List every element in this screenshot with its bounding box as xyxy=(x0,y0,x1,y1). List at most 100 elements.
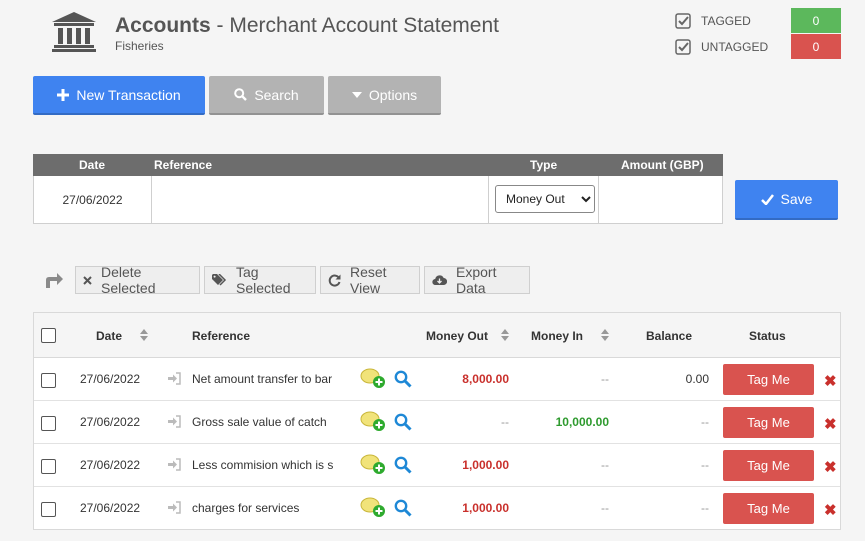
row-checkbox[interactable] xyxy=(41,502,56,517)
row-date: 27/06/2022 xyxy=(80,458,141,472)
row-balance: 0.00 xyxy=(685,372,709,386)
row-checkbox[interactable] xyxy=(41,416,56,431)
save-label: Save xyxy=(780,191,813,207)
save-button[interactable]: Save xyxy=(735,180,838,220)
tags-icon xyxy=(212,274,227,286)
export-data-button[interactable]: Export Data xyxy=(424,264,530,296)
new-transaction-label: New Transaction xyxy=(76,86,181,103)
row-reference: Less commision which is s xyxy=(192,458,334,472)
checkbox-checked-icon xyxy=(675,12,691,29)
add-comment-icon[interactable] xyxy=(360,410,386,432)
row-date: 27/06/2022 xyxy=(80,501,141,515)
reference-column-header: Reference xyxy=(192,329,251,343)
sort-icon[interactable] xyxy=(140,329,148,341)
sort-icon[interactable] xyxy=(601,329,609,341)
table-row: 27/06/2022 charges for services 1,000.00… xyxy=(34,487,840,530)
row-checkbox[interactable] xyxy=(41,459,56,474)
page-subtitle: Fisheries xyxy=(115,39,164,53)
tag-me-button[interactable]: Tag Me xyxy=(723,364,814,395)
sort-icon[interactable] xyxy=(501,329,509,341)
row-money-out: -- xyxy=(501,415,509,429)
row-reference: Net amount transfer to bar xyxy=(192,372,333,386)
delete-selected-button[interactable]: Delete Selected xyxy=(75,264,200,296)
delete-row-icon[interactable]: ✖ xyxy=(824,458,837,476)
row-balance: -- xyxy=(701,415,709,429)
plus-icon xyxy=(57,88,70,101)
delete-row-icon[interactable]: ✖ xyxy=(824,501,837,519)
tag-me-button[interactable]: Tag Me xyxy=(723,450,814,481)
add-comment-icon[interactable] xyxy=(360,496,386,518)
row-money-in: -- xyxy=(601,372,609,386)
sign-in-icon xyxy=(168,415,181,428)
refresh-icon xyxy=(328,274,341,287)
row-money-out: 8,000.00 xyxy=(462,372,509,386)
search-icon[interactable] xyxy=(394,499,412,517)
row-checkbox[interactable] xyxy=(41,373,56,388)
entry-amount-field[interactable] xyxy=(599,176,722,223)
row-balance: -- xyxy=(701,501,709,515)
sign-in-icon xyxy=(168,501,181,514)
sign-in-icon xyxy=(168,458,181,471)
tagged-summary[interactable]: TAGGED 0 xyxy=(675,8,841,33)
entry-amount-header: Amount (GBP) xyxy=(621,158,704,172)
search-icon xyxy=(234,88,248,101)
tag-selected-label: Tag Selected xyxy=(236,264,291,296)
sign-in-icon xyxy=(168,372,181,385)
row-money-out: 1,000.00 xyxy=(462,458,509,472)
entry-row: 27/06/2022 Money Out xyxy=(33,176,723,224)
row-date: 27/06/2022 xyxy=(80,415,141,429)
cloud-download-icon xyxy=(432,274,447,286)
delete-selected-label: Delete Selected xyxy=(101,264,156,296)
entry-date-field[interactable]: 27/06/2022 xyxy=(34,176,152,223)
delete-row-icon[interactable]: ✖ xyxy=(824,415,837,433)
entry-type-select[interactable]: Money Out xyxy=(495,185,595,213)
checkbox-checked-icon xyxy=(675,38,691,55)
tag-me-button[interactable]: Tag Me xyxy=(723,407,814,438)
money-out-column-header[interactable]: Money Out xyxy=(426,329,488,343)
table-row: 27/06/2022 Less commision which is s 1,0… xyxy=(34,444,840,487)
add-comment-icon[interactable] xyxy=(360,453,386,475)
options-button[interactable]: Options xyxy=(328,76,441,115)
delete-row-icon[interactable]: ✖ xyxy=(824,372,837,390)
balance-column-header: Balance xyxy=(646,329,693,343)
table-header: Date Reference Money Out Money In Balanc… xyxy=(34,313,840,358)
row-date: 27/06/2022 xyxy=(80,372,141,386)
new-transaction-button[interactable]: New Transaction xyxy=(33,76,205,115)
tagged-count: 0 xyxy=(791,8,841,33)
search-icon[interactable] xyxy=(394,456,412,474)
row-balance: -- xyxy=(701,458,709,472)
page-title: Accounts - Merchant Account Statement xyxy=(115,14,499,37)
entry-reference-header: Reference xyxy=(154,158,213,172)
tag-selected-button[interactable]: Tag Selected xyxy=(204,264,316,296)
new-transaction-form: Date Reference Type Amount (GBP) 27/06/2… xyxy=(33,154,723,224)
search-icon[interactable] xyxy=(394,370,412,388)
untagged-label: UNTAGGED xyxy=(701,39,769,54)
entry-type-header: Type xyxy=(530,158,558,172)
row-money-in: -- xyxy=(601,501,609,515)
untagged-count: 0 xyxy=(791,34,841,59)
bank-icon xyxy=(52,12,96,52)
untagged-summary[interactable]: UNTAGGED 0 xyxy=(675,34,841,59)
search-label: Search xyxy=(254,86,299,103)
date-column-header[interactable]: Date xyxy=(96,329,122,343)
table-row: 27/06/2022 Net amount transfer to bar 8,… xyxy=(34,358,840,401)
status-column-header: Status xyxy=(749,329,786,343)
entry-reference-field[interactable] xyxy=(152,176,489,223)
money-in-column-header[interactable]: Money In xyxy=(531,329,583,343)
add-comment-icon[interactable] xyxy=(360,367,386,389)
caret-down-icon xyxy=(351,91,362,98)
transactions-table: Date Reference Money Out Money In Balanc… xyxy=(33,312,841,530)
close-icon xyxy=(83,275,92,285)
table-row: 27/06/2022 Gross sale value of catch -- … xyxy=(34,401,840,444)
export-data-label: Export Data xyxy=(456,264,497,296)
select-all-checkbox[interactable] xyxy=(41,328,56,343)
reset-view-button[interactable]: Reset View xyxy=(320,264,420,296)
checkmark-icon xyxy=(760,193,774,205)
search-icon[interactable] xyxy=(394,413,412,431)
row-reference: charges for services xyxy=(192,501,300,515)
row-money-out: 1,000.00 xyxy=(462,501,509,515)
entry-date-header: Date xyxy=(79,158,106,172)
tagged-label: TAGGED xyxy=(701,13,751,28)
search-button[interactable]: Search xyxy=(209,76,324,115)
tag-me-button[interactable]: Tag Me xyxy=(723,493,814,524)
